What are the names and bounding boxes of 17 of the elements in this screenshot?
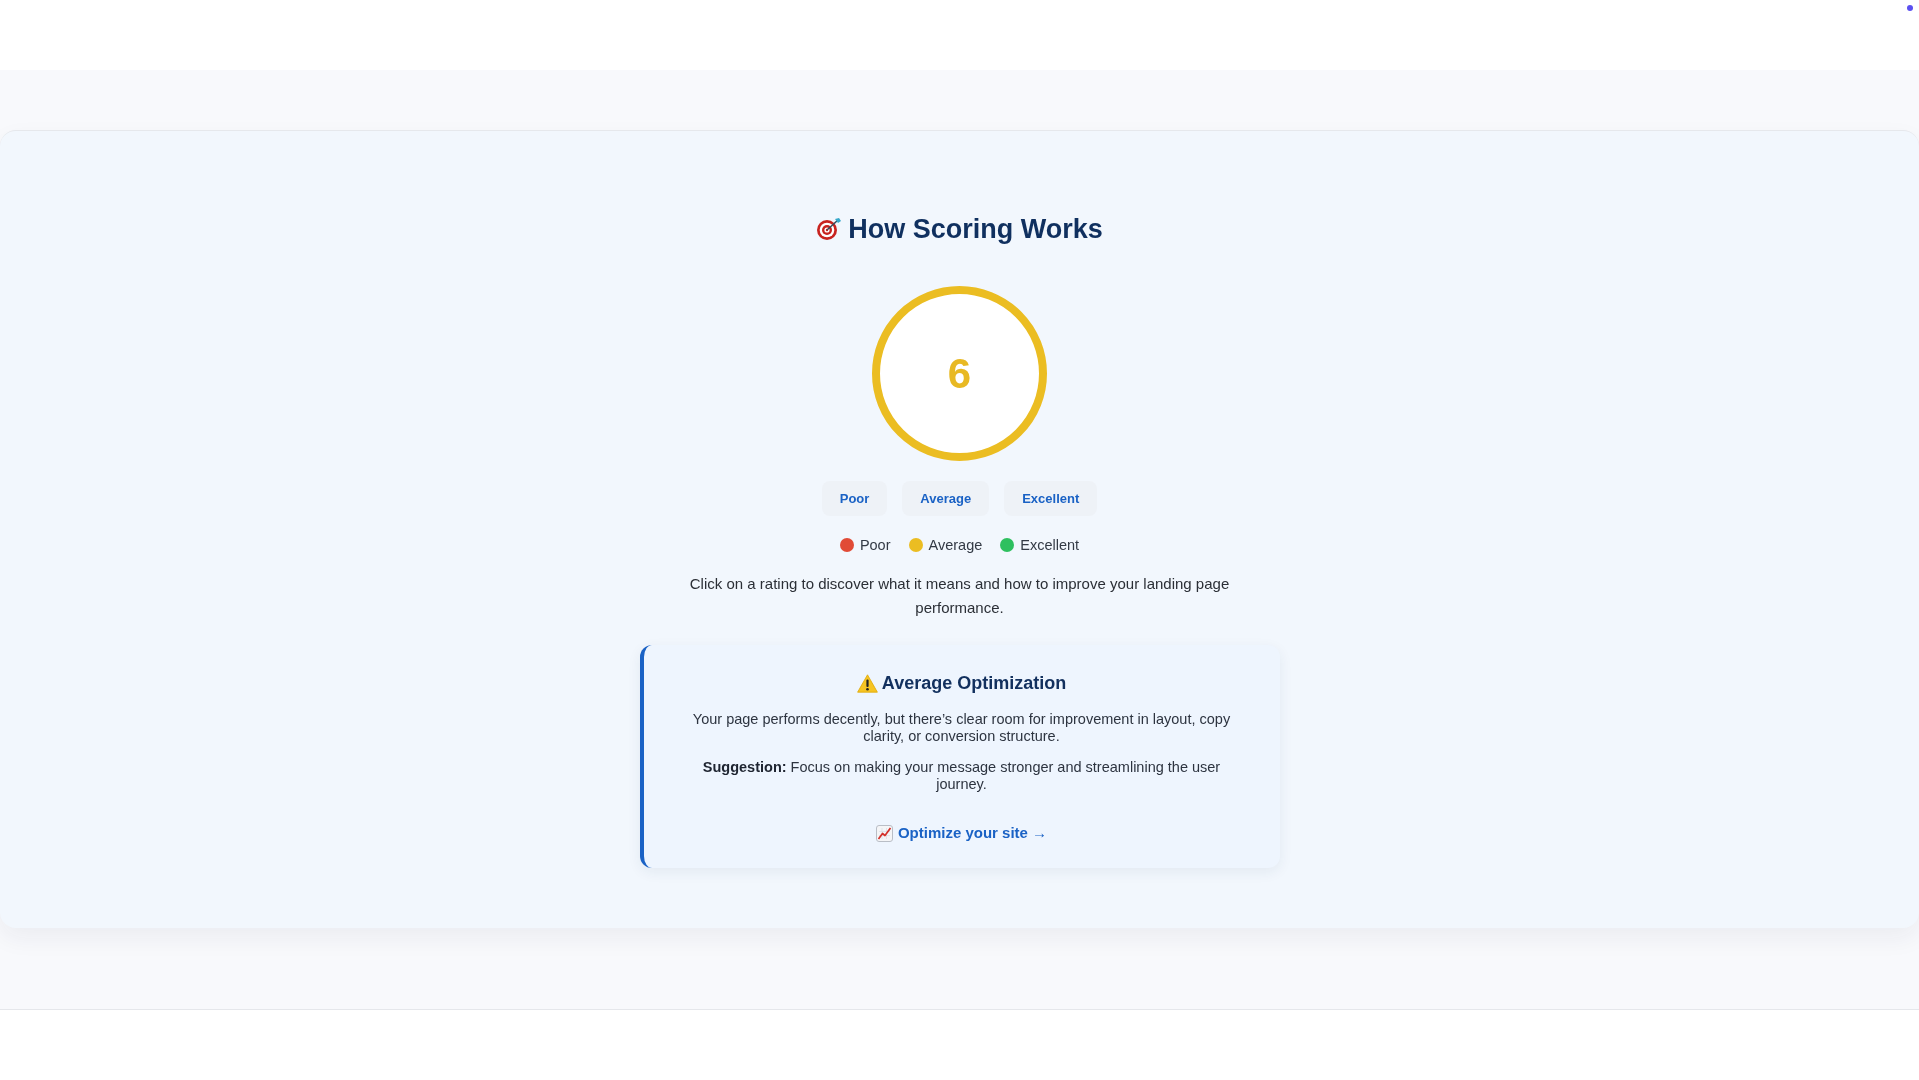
dot-icon: [1907, 5, 1913, 11]
legend-label: Poor: [859, 536, 891, 555]
legend-label: Average: [928, 536, 983, 555]
score-value: 6: [947, 352, 972, 395]
suggestion-text: Suggestion: Focus on making your message stronger and streamlining the user journey.: [701, 759, 1222, 793]
page-title: How Scoring Works: [848, 213, 1103, 246]
target-icon: [816, 217, 843, 241]
card-description: Your page performs decently, but there’s clear room for improvement in layout, copy clarity, or conversion structure.: [691, 711, 1232, 745]
card-title: Average Optimization: [881, 672, 1067, 695]
optimize-link[interactable]: Optimize your site →: [875, 823, 1048, 843]
warning-icon: [856, 673, 878, 693]
instruction-text: Click on a rating to discover what it means and how to improve your landing page performance.: [688, 574, 1231, 618]
chart-icon: [875, 824, 893, 842]
rating-button[interactable]: Average: [902, 481, 990, 516]
legend-label: Excellent: [1020, 536, 1080, 555]
rating-button[interactable]: Excellent: [1004, 481, 1098, 516]
rating-button[interactable]: Poor: [821, 481, 888, 516]
